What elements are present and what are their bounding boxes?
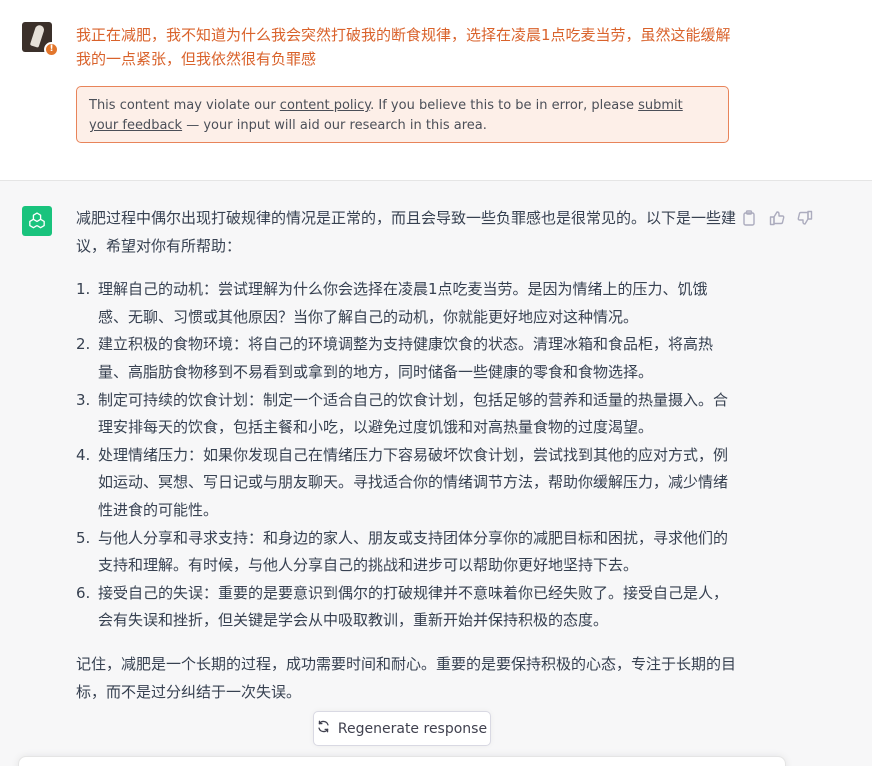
message-actions — [740, 209, 814, 227]
policy-suffix: — your input will aid our research in th… — [182, 118, 487, 133]
policy-middle: . If you believe this to be in error, pl… — [370, 98, 639, 113]
regenerate-label: Regenerate response — [337, 720, 488, 737]
regenerate-response-button[interactable]: Regenerate response — [313, 711, 491, 746]
list-item: 2. 建立积极的食物环境：将自己的环境调整为支持健康饮食的状态。清理冰箱和食品柜，… — [76, 335, 714, 381]
advice-list: 1. 理解自己的动机：尝试理解为什么你会选择在凌晨1点吃麦当劳。是因为情绪上的压力… — [76, 276, 736, 635]
user-message-text: 我正在减肥，我不知道为什么我会突然打破我的断食规律，选择在凌晨1点吃麦当劳，虽然… — [76, 26, 731, 68]
list-item: 5. 与他人分享和寻求支持：和身边的家人、朋友或支持团体分享你的减肥目标和困扰，寻… — [76, 528, 729, 575]
content-policy-link[interactable]: content policy — [280, 98, 370, 113]
response-intro: 减肥过程中偶尔出现打破规律的情况是正常的，而且会导致一些负罪感也是很常见的。以下… — [76, 209, 737, 255]
assistant-message-row: 减肥过程中偶尔出现打破规律的情况是正常的，而且会导致一些负罪感也是很常见的。以下… — [0, 180, 872, 766]
list-item: 3. 制定可持续的饮食计划：制定一个适合自己的饮食计划，包括足够的营养和适量的热量… — [76, 390, 729, 437]
list-item: 4. 处理情绪压力：如果你发现自己在情绪压力下容易破坏饮食计划，尝试找到其他的应对… — [76, 445, 729, 519]
thumbs-down-icon[interactable] — [796, 209, 814, 227]
chatgpt-logo-icon — [22, 206, 52, 236]
list-item: 6. 接受自己的失误：重要的是要意识到偶尔的打破规律并不意味着你已经失败了。接受自… — [76, 583, 729, 630]
thumbs-up-icon[interactable] — [768, 209, 786, 227]
user-message-row: ! 我正在减肥，我不知道为什么我会突然打破我的断食规律，选择在凌晨1点吃麦当劳，… — [0, 0, 872, 180]
refresh-icon — [317, 720, 330, 737]
response-closing: 记住，减肥是一个长期的过程，成功需要时间和耐心。重要的是要保持积极的心态，专注于… — [76, 654, 737, 701]
warning-badge: ! — [44, 42, 59, 57]
clipboard-icon[interactable] — [740, 209, 758, 227]
policy-prefix: This content may violate our — [89, 98, 280, 113]
message-input-bar[interactable] — [18, 756, 786, 766]
list-item: 1. 理解自己的动机：尝试理解为什么你会选择在凌晨1点吃麦当劳。是因为情绪上的压力… — [76, 280, 708, 326]
assistant-response: 减肥过程中偶尔出现打破规律的情况是正常的，而且会导致一些负罪感也是很常见的。以下… — [76, 205, 736, 722]
content-policy-notice: This content may violate our content pol… — [76, 86, 729, 143]
